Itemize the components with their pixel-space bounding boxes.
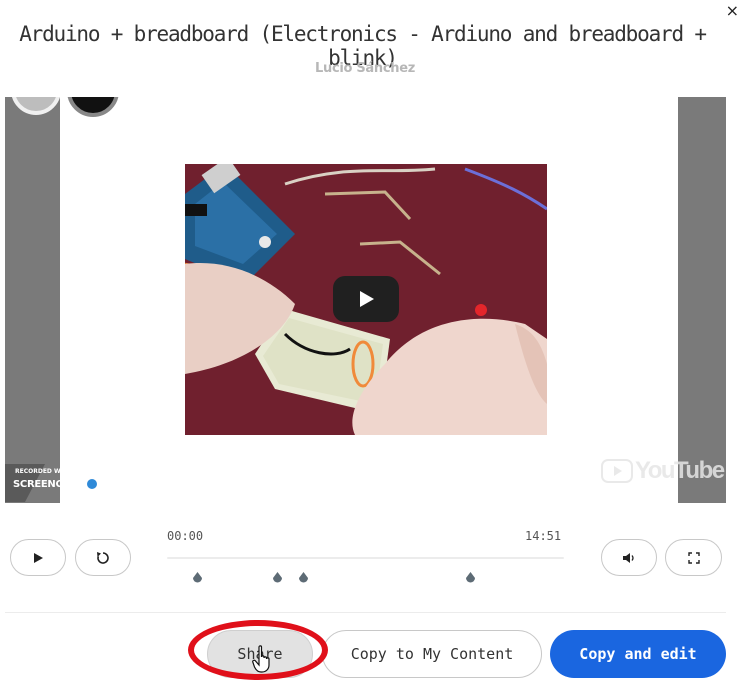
timeline-marker[interactable] [298,572,309,584]
share-button[interactable]: Share [207,630,313,678]
video-player[interactable]: YouTube RECORDED WITH SCREENCAST MATIC [5,97,726,503]
footer-divider [5,612,726,613]
screencast-o-matic-badge: RECORDED WITH SCREENCAST MATIC [5,464,145,502]
play-icon [34,552,43,563]
replay-button[interactable] [75,539,131,576]
fullscreen-button[interactable] [665,539,722,576]
play-button[interactable] [10,539,66,576]
time-total: 14:51 [525,529,562,543]
replay-icon [97,551,109,564]
player-right-bar [678,97,726,503]
recorded-with-label: RECORDED WITH [15,468,72,475]
fullscreen-icon [687,551,700,564]
youtube-wordmark: YouTube [635,457,725,484]
volume-icon [623,552,634,563]
youtube-watermark[interactable]: YouTube [601,457,725,485]
youtube-logo-icon [601,459,633,483]
volume-button[interactable] [601,539,657,576]
timeline-marker[interactable] [272,572,283,584]
timeline-marker[interactable] [465,572,476,584]
video-frame[interactable] [185,164,547,435]
author-name: Lucio Sánchez [315,61,415,76]
screencast-label: SCREENCAST [13,479,84,490]
close-icon[interactable]: × [726,2,739,20]
timeline-marker[interactable] [192,572,203,584]
copy-to-my-content-button[interactable]: Copy to My Content [322,630,542,678]
overlay-circle-black [67,97,119,117]
copy-and-edit-button[interactable]: Copy and edit [550,630,726,678]
player-left-bar [5,97,60,503]
time-current: 00:00 [167,529,204,543]
video-play-button[interactable] [333,276,399,322]
matic-label: MATIC [102,479,137,490]
play-triangle-icon [360,291,374,307]
progress-bar[interactable] [167,557,564,559]
screencast-logo-icon [85,477,99,491]
